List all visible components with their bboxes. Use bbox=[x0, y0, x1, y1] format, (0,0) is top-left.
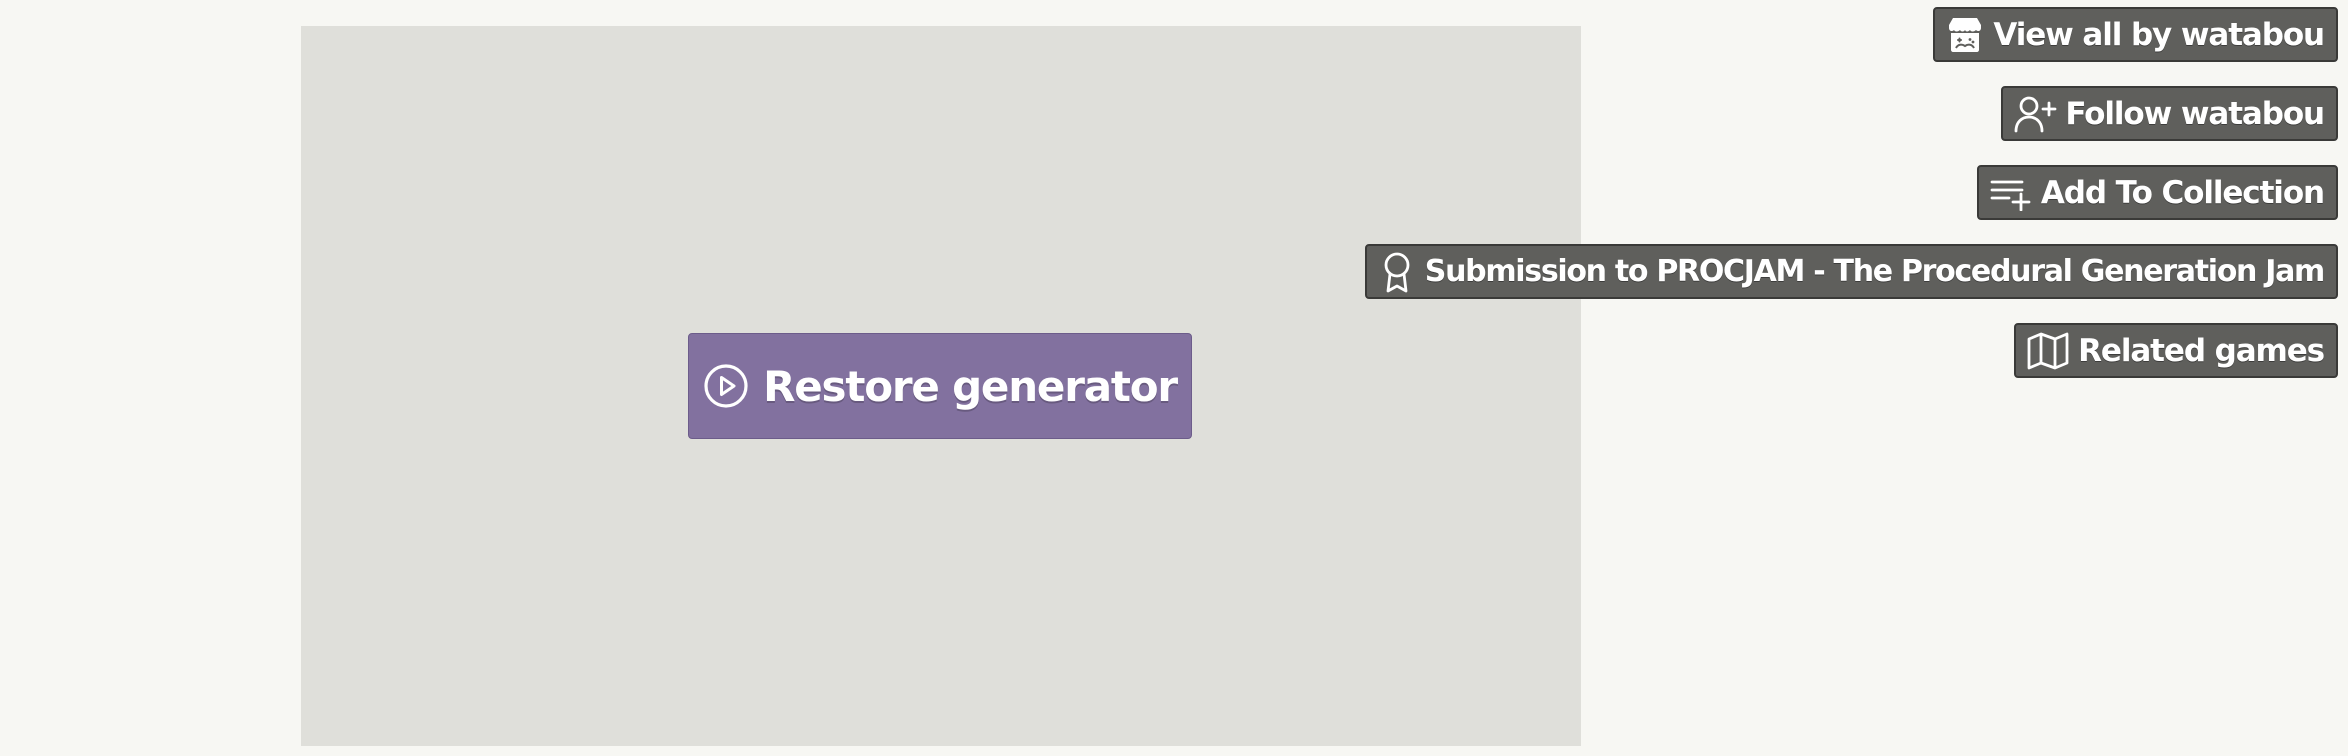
view-all-by-author-button[interactable]: View all by watabou bbox=[1933, 7, 2338, 62]
map-icon bbox=[2026, 330, 2070, 372]
add-to-collection-button[interactable]: Add To Collection bbox=[1976, 165, 2338, 220]
add-to-collection-label: Add To Collection bbox=[2040, 174, 2325, 211]
related-games-label: Related games bbox=[2078, 332, 2325, 369]
playlist-add-icon bbox=[1989, 175, 2033, 211]
related-games-button[interactable]: Related games bbox=[2014, 323, 2338, 378]
store-icon bbox=[1945, 15, 1985, 55]
jam-submission-button[interactable]: Submission to PROCJAM - The Procedural G… bbox=[1364, 244, 2338, 299]
view-all-by-author-label: View all by watabou bbox=[1993, 16, 2325, 53]
jam-submission-label: Submission to PROCJAM - The Procedural G… bbox=[1424, 254, 2326, 289]
user-plus-icon bbox=[2013, 94, 2057, 134]
play-circle-icon bbox=[703, 363, 749, 409]
follow-author-label: Follow watabou bbox=[2065, 95, 2325, 132]
award-icon bbox=[1377, 250, 1417, 294]
page: Restore generator View all by watabou Fo… bbox=[0, 0, 2348, 756]
restore-generator-button[interactable]: Restore generator bbox=[688, 333, 1192, 439]
follow-author-button[interactable]: Follow watabou bbox=[2001, 86, 2338, 141]
restore-generator-label: Restore generator bbox=[763, 361, 1178, 411]
